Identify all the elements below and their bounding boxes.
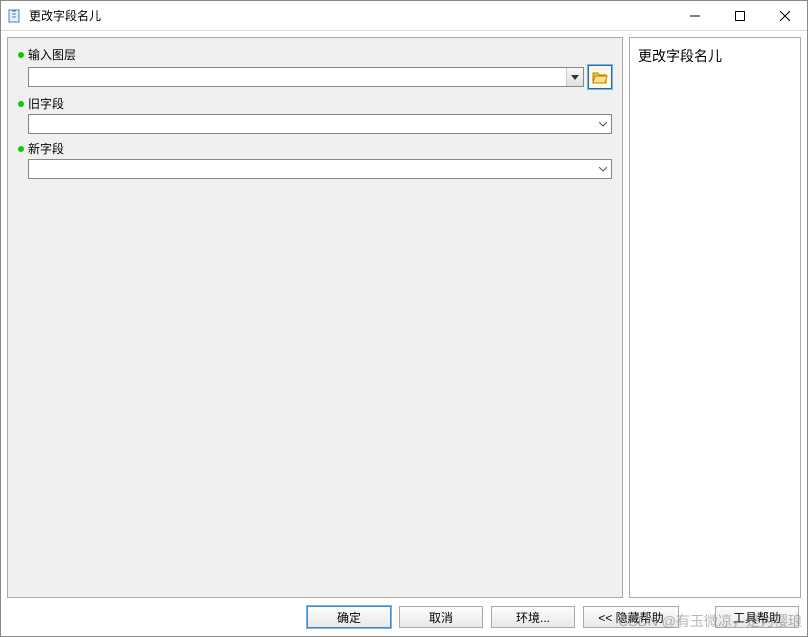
chevron-down-icon (594, 160, 611, 178)
button-bar: 确定 取消 环境... << 隐藏帮助 工具帮助 (1, 598, 807, 636)
tool-help-button[interactable]: 工具帮助 (715, 606, 799, 628)
field-old-field: 旧字段 (18, 95, 612, 134)
chevron-down-icon (594, 115, 611, 133)
content-area: 输入图层 (1, 31, 807, 598)
cancel-button[interactable]: 取消 (399, 606, 483, 628)
minimize-button[interactable] (672, 1, 717, 30)
window-title: 更改字段名儿 (29, 7, 672, 24)
dialog-window: 更改字段名儿 输入图层 (0, 0, 808, 637)
titlebar: 更改字段名儿 (1, 1, 807, 31)
chevron-down-icon (566, 68, 583, 86)
parameters-scroll[interactable]: 输入图层 (8, 38, 622, 597)
environments-button[interactable]: 环境... (491, 606, 575, 628)
help-title: 更改字段名儿 (638, 46, 792, 66)
new-field-dropdown[interactable] (28, 159, 612, 179)
required-bullet-icon (18, 101, 24, 107)
field-new-field: 新字段 (18, 140, 612, 179)
input-layer-dropdown[interactable] (28, 67, 584, 87)
field-input-layer: 输入图层 (18, 46, 612, 89)
hide-help-button[interactable]: << 隐藏帮助 (583, 606, 679, 628)
maximize-button[interactable] (717, 1, 762, 30)
ok-button[interactable]: 确定 (307, 606, 391, 628)
parameters-panel: 输入图层 (7, 37, 623, 598)
app-icon (7, 8, 23, 24)
close-button[interactable] (762, 1, 807, 30)
required-bullet-icon (18, 146, 24, 152)
help-panel[interactable]: 更改字段名儿 (629, 37, 801, 598)
field-label: 旧字段 (28, 95, 64, 112)
field-label: 新字段 (28, 140, 64, 157)
browse-button[interactable] (588, 65, 612, 89)
window-controls (672, 1, 807, 30)
old-field-dropdown[interactable] (28, 114, 612, 134)
field-label: 输入图层 (28, 46, 76, 63)
required-bullet-icon (18, 52, 24, 58)
